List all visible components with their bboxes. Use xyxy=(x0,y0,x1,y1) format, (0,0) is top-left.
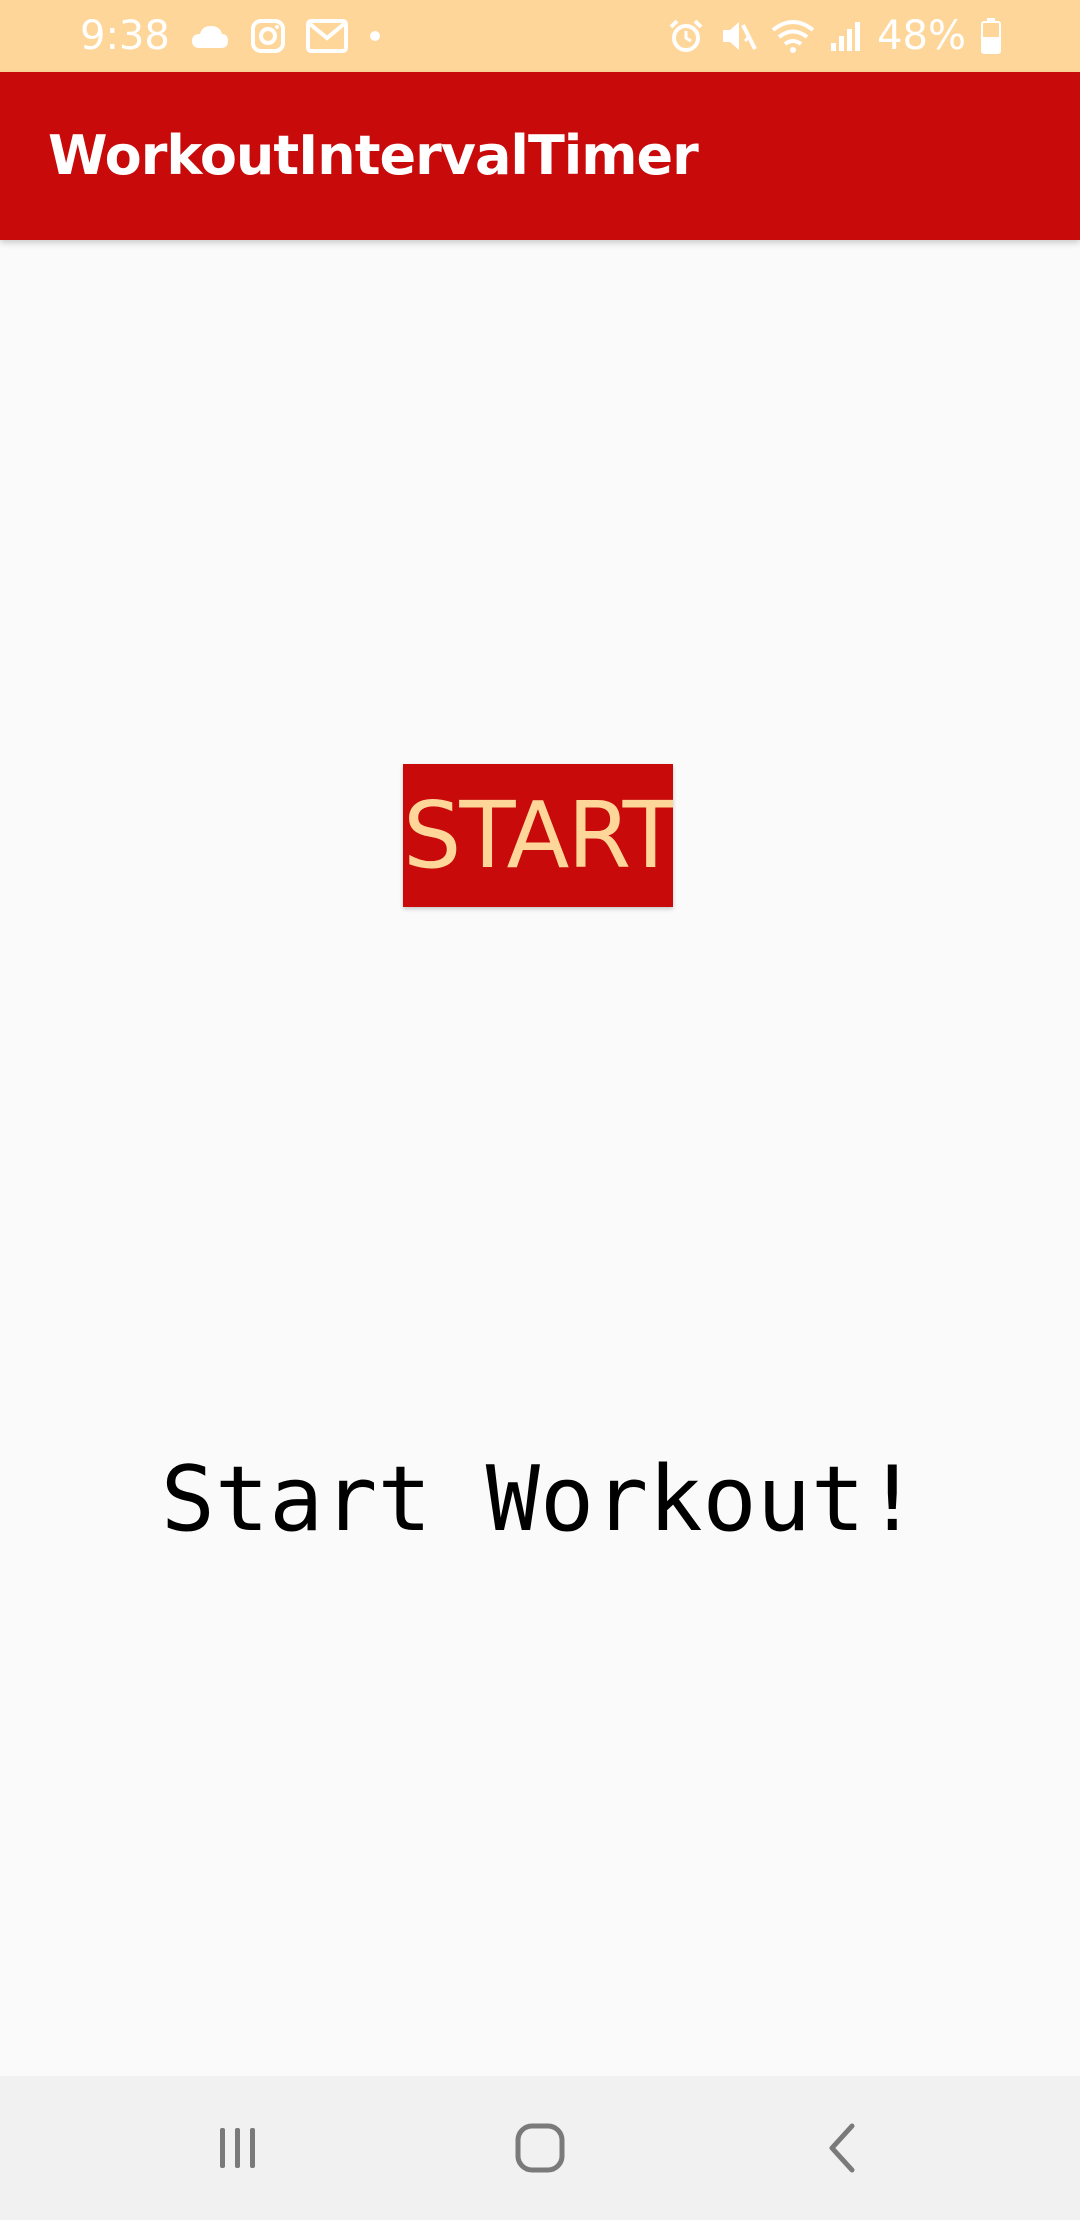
status-bar: 9:38 48% xyxy=(0,0,1080,72)
cloud-icon xyxy=(190,22,230,50)
start-button[interactable]: START xyxy=(403,764,673,907)
back-icon xyxy=(822,2122,862,2174)
recent-apps-icon xyxy=(214,2124,262,2172)
workout-message: Start Workout! xyxy=(160,1447,920,1552)
navigation-bar xyxy=(0,2076,1080,2220)
home-button[interactable] xyxy=(490,2112,590,2184)
mute-icon xyxy=(719,17,757,55)
app-title: WorkoutIntervalTimer xyxy=(48,124,699,187)
home-icon xyxy=(514,2122,566,2174)
battery-percent: 48% xyxy=(877,13,966,59)
battery-icon xyxy=(980,18,1002,54)
app-bar: WorkoutIntervalTimer xyxy=(0,72,1080,240)
wifi-icon xyxy=(771,18,815,54)
status-left: 9:38 xyxy=(80,12,382,60)
back-button[interactable] xyxy=(792,2112,892,2184)
instagram-icon xyxy=(250,18,286,54)
status-time: 9:38 xyxy=(80,13,170,59)
signal-icon xyxy=(829,19,863,53)
screen: 9:38 48% WorkoutIntervalTimer START Star… xyxy=(0,0,1080,2220)
dot-icon xyxy=(368,29,382,43)
recent-apps-button[interactable] xyxy=(188,2112,288,2184)
status-right: 48% xyxy=(667,12,1002,60)
gmail-icon xyxy=(305,19,348,53)
alarm-icon xyxy=(667,17,705,55)
